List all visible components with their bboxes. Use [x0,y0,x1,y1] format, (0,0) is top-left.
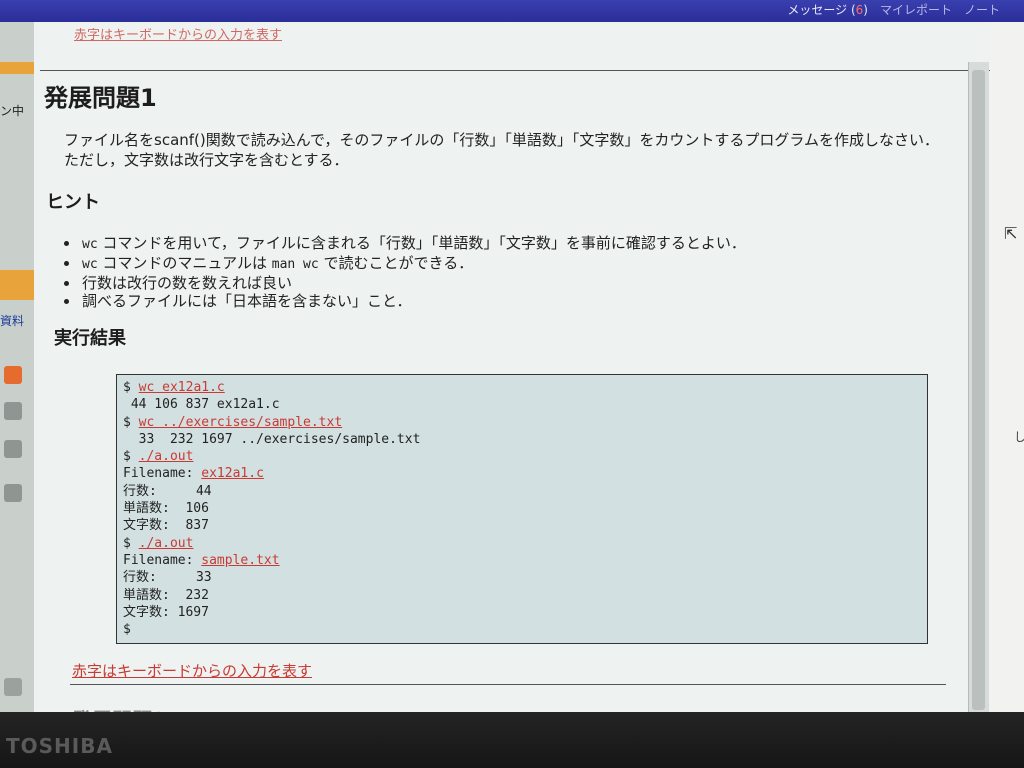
messages-link[interactable]: メッセージ (6) [787,1,868,18]
output-line: 文字数: 837 [123,518,209,534]
gear-icon[interactable] [4,440,22,458]
output-line: Filename: [123,466,202,482]
terminal-text: $ wc ex12a1.c 44 106 837 ex12a1.c $ wc .… [117,375,927,638]
prompt: $ [123,380,139,395]
scrollbar-thumb[interactable] [972,70,985,710]
output-line: 単語数: 232 [123,587,209,603]
previous-footnote-link[interactable]: 赤字はキーボードからの入力を表す [74,24,282,43]
sidebar-highlight-2 [0,270,34,300]
trash-icon[interactable] [4,678,22,696]
sidebar-status: ン中 [0,104,25,118]
section-divider [70,684,946,685]
output-line: 行数: 44 [123,483,212,499]
top-nav: メッセージ (6) マイレポート ノート [787,1,1000,18]
problem-description: ファイル名をscanf()関数で読み込んで，そのファイルの「行数」「単語数」「文… [64,130,964,170]
output-line: 行数: 33 [123,570,212,586]
left-sidebar: ン中 資料 [0,22,35,712]
hint-item: wc コマンドのマニュアルは man wc で読むことができる． [80,254,746,274]
hint-item: wc コマンドを用いて，ファイルに含まれる「行数」「単語数」「文字数」を事前に確… [80,234,746,254]
sidebar-materials-link[interactable]: 資料 [0,312,34,329]
hint-list: wc コマンドを用いて，ファイルに含まれる「行数」「単語数」「文字数」を事前に確… [60,234,746,310]
prompt: $ [123,622,131,638]
hint-text: 調べるファイルには「日本語を含まない」こと． [82,292,412,310]
top-nav-bar: メッセージ (6) マイレポート ノート [0,0,1024,22]
hint-code: wc [82,237,98,252]
user-input: wc ex12a1.c [138,380,225,395]
note-link[interactable]: ノート [964,1,1000,18]
output-line: 33 232 1697 ../exercises/sample.txt [123,431,421,447]
hint-heading: ヒント [46,192,100,213]
hint-text: 行数は改行の数を数えれば良い [82,274,293,292]
sidebar-highlight [0,62,34,74]
truncated-text: してくだ [1014,430,1024,444]
pen-icon[interactable] [4,484,22,502]
prompt: $ [123,449,139,465]
description-line-1: ファイル名をscanf()関数で読み込んで，そのファイルの「行数」「単語数」「文… [64,131,939,149]
user-input: ./a.out [138,535,194,551]
user-input: ./a.out [138,449,194,465]
main-content: 赤字はキーボードからの入力を表す 発展問題1 ファイル名をscanf()関数で読… [34,22,990,732]
laptop-brand-logo: TOSHIBA [6,734,113,758]
output-line: 44 106 837 ex12a1.c [123,397,280,413]
vertical-scrollbar[interactable] [968,62,989,712]
messages-label: メッセージ ( [787,3,856,17]
output-line: Filename: [123,552,202,568]
prompt: $ [123,535,139,551]
hint-item: 調べるファイルには「日本語を含まない」こと． [80,292,746,310]
output-line: 単語数: 106 [123,501,209,517]
tool-icon[interactable] [4,366,22,384]
result-heading: 実行結果 [54,328,126,349]
hint-code: wc [82,257,98,272]
prompt: $ [123,414,139,430]
tool-icon[interactable] [4,402,22,420]
laptop-bezel: TOSHIBA [0,712,1024,768]
hint-text: コマンドのマニュアルは [97,254,272,272]
section-title: 発展問題1 [44,84,157,112]
user-input: sample.txt [201,552,280,568]
terminal-output-box: $ wc ex12a1.c 44 106 837 ex12a1.c $ wc .… [116,374,928,644]
hint-code: man wc [271,257,319,272]
user-input: wc ../exercises/sample.txt [138,414,343,430]
section-divider [40,70,990,71]
browser-viewport: ン中 資料 赤字はキーボードからの入力を表す 発展問題1 ファイル名をscanf… [0,22,1024,732]
mouse-cursor-icon: ⇱ [1004,224,1018,243]
input-color-footnote[interactable]: 赤字はキーボードからの入力を表す [72,660,312,681]
hint-text: コマンドを用いて，ファイルに含まれる「行数」「単語数」「文字数」を事前に確認する… [97,234,746,252]
myreport-link[interactable]: マイレポート [880,1,952,18]
messages-close-paren: ) [863,3,868,17]
hint-item: 行数は改行の数を数えれば良い [80,274,746,292]
output-line: 文字数: 1697 [123,604,209,620]
right-pane: ⇱ してくだ [990,22,1024,712]
user-input: ex12a1.c [201,466,264,482]
hint-text: で読むことができる． [318,254,474,272]
description-line-2: ただし，文字数は改行文字を含むとする． [64,151,349,169]
